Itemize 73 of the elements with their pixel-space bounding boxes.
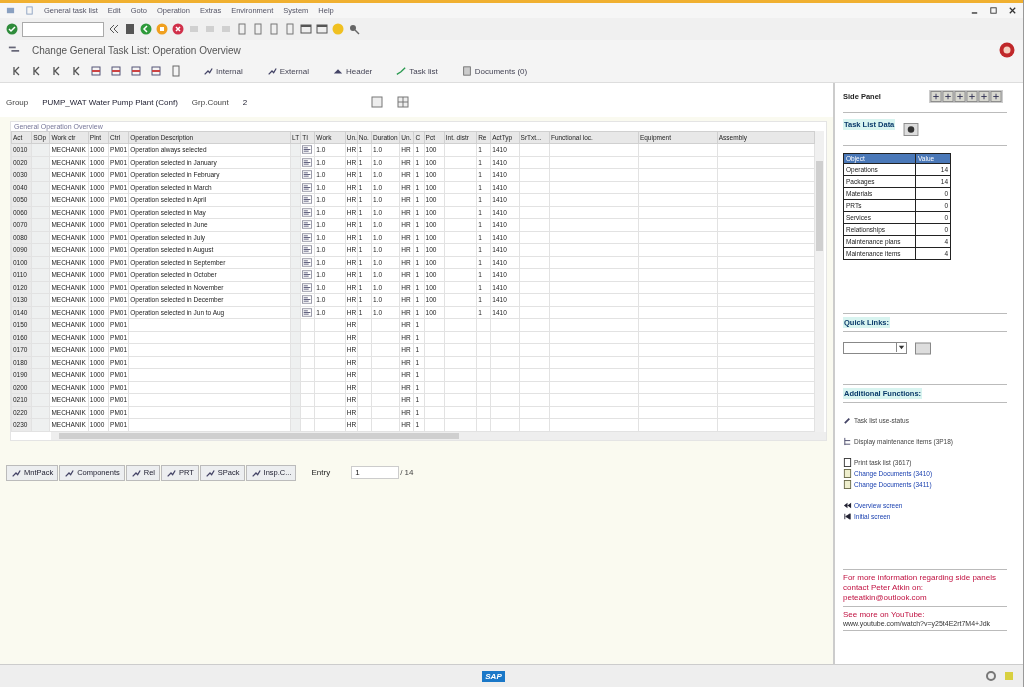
table-icon[interactable]	[90, 65, 102, 77]
sap-logo: SAP	[482, 670, 505, 682]
chart-icon	[266, 66, 277, 76]
command-field[interactable]	[22, 21, 104, 37]
info-text: For more information regarding side panels contact Peter Atkin on: peteatkin@outlook.com	[843, 573, 997, 603]
group-value: PUMP_WAT Water Pump Plant (Conf)	[42, 97, 178, 107]
hierarchy-icon	[843, 437, 852, 446]
long-text-icon[interactable]	[302, 195, 313, 205]
toolbar-button[interactable]: Header	[330, 65, 376, 77]
entry-field[interactable]: 1	[351, 466, 400, 479]
double-arrow-icon[interactable]	[108, 23, 120, 35]
chart-icon	[204, 467, 215, 478]
panel-control-icon[interactable]	[977, 90, 990, 102]
toolbar-button[interactable]: Internal	[200, 65, 246, 77]
panel-control-icon[interactable]	[989, 90, 1002, 102]
long-text-icon[interactable]	[302, 207, 313, 217]
save-icon[interactable]	[124, 23, 136, 35]
long-text-icon[interactable]	[302, 295, 313, 305]
youtube-label: See more on YouTube:	[843, 610, 926, 620]
close-icon[interactable]	[1008, 6, 1017, 15]
screen-title: Change General Task List: Operation Overview	[32, 44, 241, 56]
chart-icon	[203, 66, 213, 76]
window-icon[interactable]	[316, 23, 328, 35]
chart-icon	[130, 467, 141, 478]
field-label: Grp.Count	[191, 97, 229, 107]
long-text-icon[interactable]	[302, 145, 313, 155]
rewind-icon	[843, 501, 852, 510]
chart-icon	[166, 467, 176, 478]
field-label: Entry	[311, 468, 331, 477]
toolbar-button[interactable]: Documents (0)	[458, 65, 531, 77]
toolbar-button[interactable]: External	[263, 65, 313, 77]
long-text-icon[interactable]	[302, 170, 313, 180]
back-icon[interactable]	[140, 23, 152, 35]
select-field[interactable]	[843, 342, 907, 354]
long-text-icon[interactable]	[302, 157, 313, 167]
long-text-icon[interactable]	[302, 307, 313, 317]
long-text-icon[interactable]	[302, 182, 313, 192]
camera-icon[interactable]	[903, 122, 920, 136]
long-text-icon[interactable]	[302, 232, 313, 242]
scrollbar[interactable]	[815, 131, 824, 432]
table-icon[interactable]	[110, 65, 122, 77]
long-text-icon[interactable]	[302, 245, 313, 255]
navigate-icon[interactable]	[70, 65, 82, 77]
status-light-icon	[1003, 670, 1015, 682]
grid-icon[interactable]	[397, 96, 410, 108]
cancel-icon[interactable]	[172, 23, 184, 35]
table-icon[interactable]	[130, 65, 142, 77]
long-text-icon[interactable]	[302, 220, 313, 230]
table-settings-icon[interactable]	[371, 96, 384, 108]
window-icon[interactable]	[300, 23, 312, 35]
long-text-icon[interactable]	[302, 282, 313, 292]
toolbar-button[interactable]: Task list	[393, 65, 441, 77]
long-text-icon[interactable]	[302, 257, 313, 267]
navigate-icon[interactable]	[30, 65, 42, 77]
maximize-icon[interactable]	[989, 6, 998, 15]
scrollbar[interactable]	[51, 431, 826, 440]
dropdown-icon[interactable]	[896, 343, 906, 352]
chart-icon	[250, 467, 261, 478]
panel-control-icon[interactable]	[929, 90, 942, 102]
document-icon	[461, 66, 472, 76]
chart-icon	[11, 467, 21, 478]
table-icon[interactable]	[150, 65, 162, 77]
navigate-icon[interactable]	[10, 65, 22, 77]
panel-control-icon[interactable]	[953, 90, 966, 102]
panel-control-icon[interactable]	[941, 90, 954, 102]
group-count: 2	[242, 97, 248, 107]
long-text-icon[interactable]	[302, 270, 313, 280]
navigate-icon[interactable]	[50, 65, 62, 77]
entry-total: / 14	[400, 468, 414, 477]
chart-icon	[64, 467, 75, 478]
panel-control-icon[interactable]	[965, 90, 978, 102]
first-page-icon	[843, 512, 852, 521]
field-label: Group	[6, 97, 29, 107]
